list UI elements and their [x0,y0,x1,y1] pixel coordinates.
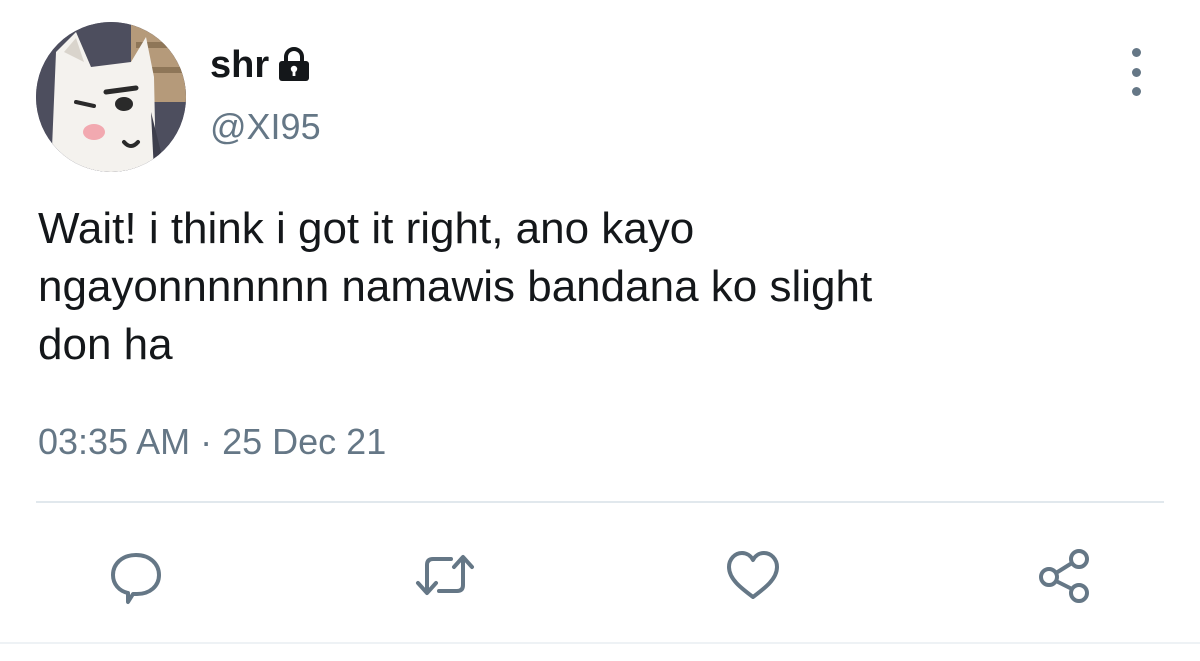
tweet-time[interactable]: 03:35 AM [38,421,190,463]
action-bar [0,540,1200,610]
more-vertical-icon[interactable] [1116,48,1156,96]
tweet-date[interactable]: 25 Dec 21 [222,421,386,463]
share-icon [1039,549,1089,603]
lock-icon [277,47,311,83]
heart-icon [727,551,779,599]
retweet-icon [416,555,474,595]
retweet-button[interactable] [410,540,480,610]
tweet-card: shr @XI95 Wait! i think i got it right, … [0,0,1200,661]
avatar[interactable] [36,22,186,172]
reply-icon [111,553,161,604]
user-handle[interactable]: @XI95 [210,106,321,148]
meta-separator: · [200,421,213,462]
cat-mascot-avatar-icon [36,22,186,172]
share-button[interactable] [1030,540,1100,610]
like-button[interactable] [718,540,788,610]
display-name-row: shr [210,40,311,90]
divider [36,501,1164,503]
reply-button[interactable] [101,540,171,610]
tweet-text: Wait! i think i got it right, ano kayo n… [38,204,873,369]
display-name[interactable]: shr [210,44,269,87]
bottom-divider [0,642,1200,644]
tweet-meta: 03:35 AM · 25 Dec 21 [38,421,386,463]
